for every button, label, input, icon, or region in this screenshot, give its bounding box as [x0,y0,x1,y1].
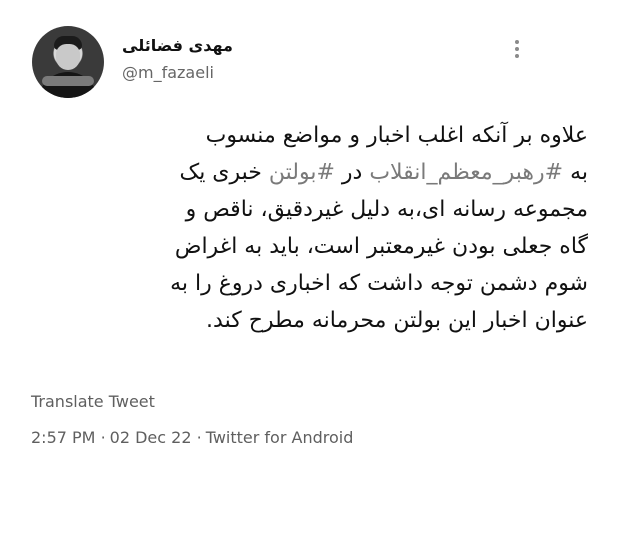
tweet-line: گاه جعلی بودن غیرمعتبر است، باید به اغرا… [33,228,588,265]
more-dot [515,47,519,51]
hashtag-link[interactable]: #رهبر_معظم_انقلاب [369,160,563,185]
more-dot [515,54,519,58]
avatar-face [56,44,80,70]
tweet-text-segment: علاوه بر آنکه اغلب اخبار و مواضع منسوب [205,123,588,148]
tweet-text-segment: به [563,160,588,185]
tweet-text-segment: گاه جعلی بودن غیرمعتبر است، باید به اغرا… [174,234,588,259]
tweet-source[interactable]: Twitter for Android [206,428,354,447]
tweet-line: به #رهبر_معظم_انقلاب در #بولتن خبری یک [33,154,589,191]
more-dot [515,40,519,44]
author-display-name[interactable]: مهدی فضائلی [122,36,233,55]
tweet-line: علاوه بر آنکه اغلب اخبار و مواضع منسوب [33,117,588,154]
tweet-text-segment: عنوان اخبار این بولتن محرمانه مطرح کند. [206,308,588,333]
meta-separator: · [100,428,106,447]
tweet-line: عنوان اخبار این بولتن محرمانه مطرح کند. [33,302,588,339]
tweet-date[interactable]: 02 Dec 22 [110,428,192,447]
tweet-line: شوم دشمن توجه داشت که اخباری دروغ را به [33,265,588,302]
tweet-text-segment: در [334,160,370,185]
tweet-time[interactable]: 2:57 PM [31,428,95,447]
avatar[interactable] [32,26,104,98]
tweet-text-segment: مجموعه رسانه ای،به دلیل غیردقیق، ناقص و [185,197,588,222]
tweet-line: مجموعه رسانه ای،به دلیل غیردقیق، ناقص و [33,191,588,228]
more-vertical-icon[interactable] [510,40,524,58]
tweet-text: علاوه بر آنکه اغلب اخبار و مواضع منسوب ب… [33,117,588,339]
tweet-meta: 2:57 PM · 02 Dec 22 · Twitter for Androi… [31,428,353,447]
tweet-text-segment: شوم دشمن توجه داشت که اخباری دروغ را به [170,271,588,296]
meta-separator: · [196,428,202,447]
hashtag-link[interactable]: #بولتن [269,160,335,185]
tweet-text-segment: خبری یک [179,160,269,185]
tweet-card: مهدی فضائلی @m_fazaeli علاوه بر آنکه اغل… [0,0,630,555]
author-handle[interactable]: @m_fazaeli [122,63,214,82]
translate-tweet-link[interactable]: Translate Tweet [31,392,155,411]
avatar-arm [42,76,94,86]
